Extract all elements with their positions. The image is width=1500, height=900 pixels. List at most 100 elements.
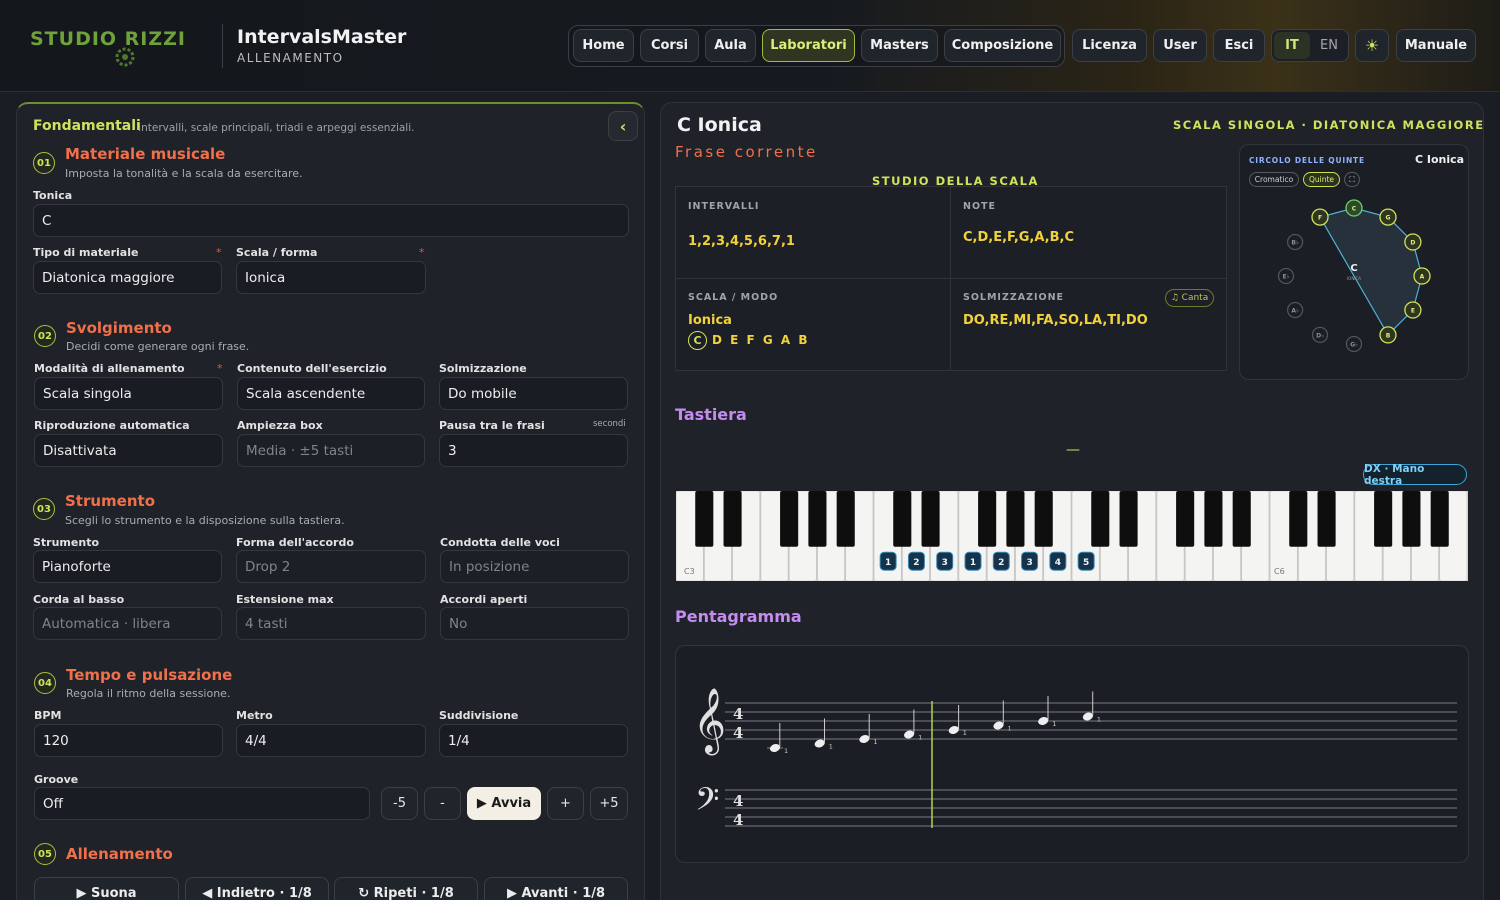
start-metronome-button[interactable]: ▶ Avvia bbox=[467, 787, 541, 820]
section-desc: Decidi come generare ogni frase. bbox=[66, 340, 250, 353]
required-mark: * bbox=[217, 362, 223, 375]
tonica-field[interactable]: C bbox=[33, 204, 629, 237]
panel-description: Intervalli, scale principali, triadi e a… bbox=[138, 122, 415, 134]
finger-number: 5 bbox=[1083, 558, 1089, 568]
solmizzazione-select[interactable]: Do mobile bbox=[439, 377, 628, 410]
time-signature-top: 4 bbox=[733, 792, 743, 810]
forma-label: Forma dell'accordo bbox=[236, 536, 354, 549]
tonica-label: Tonica bbox=[33, 189, 73, 202]
black-key bbox=[836, 491, 855, 547]
required-mark: * bbox=[419, 246, 425, 259]
section-number: 05 bbox=[34, 843, 56, 865]
fingering-number: 1 bbox=[1008, 725, 1012, 733]
section-desc: Regola il ritmo della sessione. bbox=[66, 687, 231, 700]
metro-select[interactable]: 4/4 bbox=[236, 724, 426, 757]
corda-select[interactable]: Automatica · libera bbox=[33, 607, 222, 640]
bpm-label: BPM bbox=[34, 709, 62, 722]
suddivisione-select[interactable]: 1/4 bbox=[439, 724, 628, 757]
expand-icon[interactable]: ⛶ bbox=[1344, 172, 1360, 187]
condotta-label: Condotta delle voci bbox=[440, 536, 560, 549]
bpm-minus-5-button[interactable]: -5 bbox=[381, 787, 418, 820]
black-key bbox=[723, 491, 742, 547]
finger-number: 3 bbox=[942, 558, 948, 568]
section-number: 03 bbox=[33, 498, 55, 520]
nav-licenza[interactable]: Licenza bbox=[1072, 29, 1147, 62]
previous-button[interactable]: ◀ Indietro · 1/8 bbox=[185, 877, 329, 900]
key-label-c6: C6 bbox=[1274, 567, 1285, 576]
tipo-select[interactable]: Diatonica maggiore bbox=[33, 261, 222, 294]
pausa-input[interactable]: 3 bbox=[439, 434, 628, 467]
fingering-number: 1 bbox=[963, 729, 967, 737]
nav-corsi[interactable]: Corsi bbox=[640, 29, 699, 62]
forma-select[interactable]: Drop 2 bbox=[236, 550, 426, 583]
lang-it-button[interactable]: IT bbox=[1274, 32, 1310, 59]
nav-home[interactable]: Home bbox=[573, 29, 634, 62]
canta-button[interactable]: ♫ Canta bbox=[1165, 289, 1214, 307]
black-key bbox=[1091, 491, 1110, 547]
bass-clef-icon: 𝄢 bbox=[695, 781, 719, 825]
nav-user[interactable]: User bbox=[1153, 29, 1207, 62]
contenuto-label: Contenuto dell'esercizio bbox=[237, 362, 387, 375]
quinte-toggle[interactable]: Quinte bbox=[1303, 172, 1340, 187]
circle-node-label: E♭ bbox=[1283, 274, 1290, 281]
black-key bbox=[1232, 491, 1251, 547]
ampiezza-select[interactable]: Media · ±5 tasti bbox=[237, 434, 425, 467]
black-key bbox=[1317, 491, 1336, 547]
contenuto-select[interactable]: Scala ascendente bbox=[237, 377, 425, 410]
section-title-strumento: Strumento bbox=[65, 492, 156, 510]
bpm-plus-button[interactable]: + bbox=[547, 787, 584, 820]
collapse-panel-button[interactable]: ‹ bbox=[608, 111, 638, 141]
key-label-c3: C3 bbox=[684, 567, 695, 576]
manual-button[interactable]: Manuale bbox=[1396, 29, 1476, 62]
black-key bbox=[1006, 491, 1025, 547]
note-label: NOTE bbox=[963, 201, 996, 212]
section-desc: Scegli lo strumento e la disposizione su… bbox=[65, 514, 345, 527]
piano-keyboard[interactable]: C3 C6 1 2 3 1 2 3 4 5 bbox=[676, 491, 1468, 581]
repeat-button[interactable]: ↻ Ripeti · 1/8 bbox=[334, 877, 478, 900]
solmizzazione-label: Solmizzazione bbox=[439, 362, 527, 375]
bpm-minus-button[interactable]: - bbox=[424, 787, 461, 820]
section-title-materiale: Materiale musicale bbox=[65, 145, 226, 163]
play-button[interactable]: ▶ Suona bbox=[34, 877, 179, 900]
strumento-select[interactable]: Pianoforte bbox=[33, 550, 222, 583]
circle-of-fifths-diagram[interactable]: C G D A E B G♭ D♭ A♭ E♭ B♭ F C IONICA bbox=[1239, 190, 1469, 370]
black-key bbox=[1430, 491, 1449, 547]
modalita-select[interactable]: Scala singola bbox=[34, 377, 223, 410]
app-subtitle: ALLENAMENTO bbox=[237, 51, 344, 65]
riproduzione-select[interactable]: Disattivata bbox=[34, 434, 223, 467]
nav-laboratori[interactable]: Laboratori bbox=[762, 29, 855, 62]
time-signature-bottom: 4 bbox=[733, 724, 743, 742]
scala-modo-label: SCALA / MODO bbox=[688, 292, 779, 303]
bpm-plus-5-button[interactable]: +5 bbox=[590, 787, 628, 820]
groove-select[interactable]: Off bbox=[34, 787, 370, 820]
circle-node-label: B bbox=[1386, 332, 1391, 339]
condotta-select[interactable]: In posizione bbox=[440, 550, 629, 583]
black-key bbox=[893, 491, 912, 547]
lang-en-button[interactable]: EN bbox=[1312, 32, 1346, 59]
section-number: 04 bbox=[34, 672, 56, 694]
scala-select[interactable]: Ionica bbox=[236, 261, 426, 294]
black-key bbox=[1204, 491, 1223, 547]
finger-number: 4 bbox=[1055, 558, 1061, 568]
estensione-select[interactable]: 4 tasti bbox=[236, 607, 426, 640]
cromatico-toggle[interactable]: Cromatico bbox=[1249, 172, 1299, 187]
solmizzazione-value: DO,RE,MI,FA,SO,LA,TI,DO bbox=[963, 313, 1148, 328]
fingering-number: 1 bbox=[873, 738, 877, 746]
theme-toggle-sun-icon[interactable]: ☀ bbox=[1355, 29, 1389, 62]
study-title: STUDIO DELLA SCALA bbox=[872, 174, 1039, 188]
nav-aula[interactable]: Aula bbox=[705, 29, 756, 62]
bpm-input[interactable]: 120 bbox=[34, 724, 223, 757]
black-key bbox=[1289, 491, 1308, 547]
right-hand-badge[interactable]: DX · Mano destra bbox=[1363, 463, 1467, 487]
next-button[interactable]: ▶ Avanti · 1/8 bbox=[484, 877, 628, 900]
circle-node-label: F bbox=[1318, 215, 1322, 222]
circle-node-label: E bbox=[1411, 308, 1415, 315]
section-title-allenamento: Allenamento bbox=[66, 845, 173, 863]
accordi-aperti-select[interactable]: No bbox=[440, 607, 629, 640]
circle-node-label: A bbox=[1420, 274, 1425, 281]
nav-composizione[interactable]: Composizione bbox=[944, 29, 1061, 62]
section-number: 02 bbox=[34, 325, 56, 347]
nav-masters[interactable]: Masters bbox=[861, 29, 938, 62]
fingering-number: 1 bbox=[829, 743, 833, 751]
nav-esci[interactable]: Esci bbox=[1213, 29, 1265, 62]
